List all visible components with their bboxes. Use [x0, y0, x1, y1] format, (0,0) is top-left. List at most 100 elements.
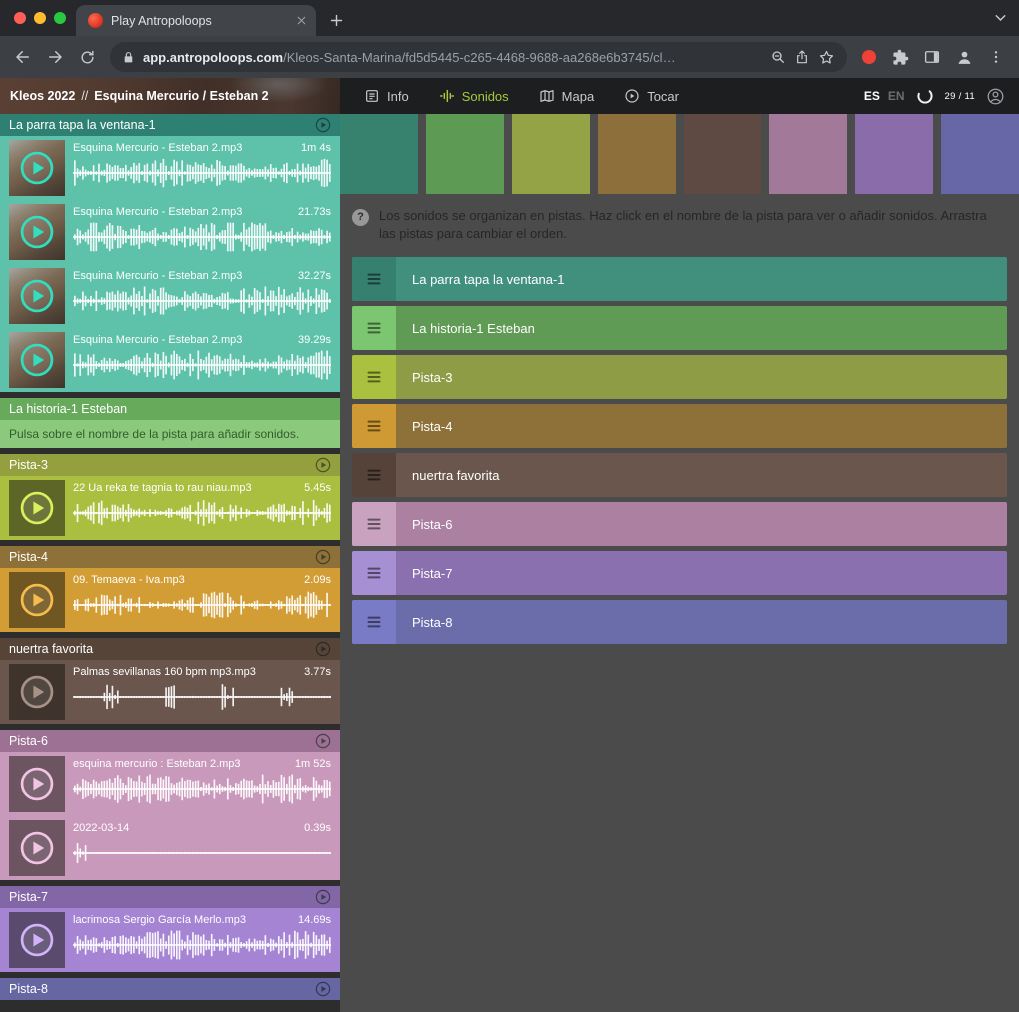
nav-sonidos[interactable]: Sonidos — [439, 88, 509, 104]
track-drag-handle[interactable] — [352, 306, 396, 350]
track-color-swatch-1[interactable] — [340, 114, 418, 194]
window-zoom-button[interactable] — [54, 12, 66, 24]
language-es[interactable]: ES — [864, 89, 880, 103]
sidebar-track-header[interactable]: La parra tapa la ventana-1 — [0, 114, 340, 136]
extensions-puzzle-icon[interactable] — [885, 42, 915, 72]
track-color-swatch-6[interactable] — [769, 114, 847, 194]
clip-filename: 22 Ua reka te tagnia to rau niau.mp3 — [73, 482, 252, 494]
forward-button[interactable] — [40, 42, 70, 72]
track-play-button[interactable] — [315, 549, 331, 565]
window-close-button[interactable] — [14, 12, 26, 24]
sidebar-track-header[interactable]: Pista-6 — [0, 730, 340, 752]
zoom-icon[interactable] — [770, 49, 786, 65]
track-drag-handle[interactable] — [352, 355, 396, 399]
clip-meta: 09. Temaeva - Iva.mp32.09s — [73, 572, 331, 621]
sidebar-track-header[interactable]: nuertra favorita — [0, 638, 340, 660]
track-row[interactable]: nuertra favorita — [352, 453, 1007, 497]
account-icon[interactable] — [986, 87, 1005, 106]
clip-info: Esquina Mercurio - Esteban 2.mp31m 4s — [73, 142, 331, 154]
track-color-swatch-3[interactable] — [512, 114, 590, 194]
menu-dots-icon[interactable] — [981, 42, 1011, 72]
clip-thumbnail[interactable] — [9, 756, 65, 812]
clip-waveform — [73, 221, 331, 253]
audio-clip[interactable]: Palmas sevillanas 160 bpm mp3.mp33.77s — [0, 660, 340, 724]
sidebar-track-header[interactable]: Pista-7 — [0, 886, 340, 908]
audio-clip[interactable]: 22 Ua reka te tagnia to rau niau.mp35.45… — [0, 476, 340, 540]
track-drag-handle[interactable] — [352, 404, 396, 448]
track-row[interactable]: La historia-1 Esteban — [352, 306, 1007, 350]
loading-spinner-icon — [916, 87, 934, 105]
sidebar-track-header[interactable]: Pista-3 — [0, 454, 340, 476]
sidebar-track-header[interactable]: La historia-1 Esteban — [0, 398, 340, 420]
audio-clip[interactable]: esquina mercurio : Esteban 2.mp31m 52s — [0, 752, 340, 816]
sidebar-track-header[interactable]: Pista-4 — [0, 546, 340, 568]
clip-waveform — [73, 589, 331, 621]
clip-thumbnail[interactable] — [9, 204, 65, 260]
audio-clip[interactable]: 2022-03-140.39s — [0, 816, 340, 880]
track-row-name: nuertra favorita — [396, 453, 499, 497]
track-row[interactable]: Pista-3 — [352, 355, 1007, 399]
new-tab-button[interactable] — [322, 6, 350, 34]
track-color-swatch-7[interactable] — [855, 114, 933, 194]
track-play-button[interactable] — [315, 981, 331, 997]
track-color-swatch-2[interactable] — [426, 114, 504, 194]
sidebar-track-header[interactable]: Pista-8 — [0, 978, 340, 1000]
clip-thumbnail[interactable] — [9, 664, 65, 720]
track-play-button[interactable] — [315, 733, 331, 749]
tab-search-chevron-icon[interactable] — [992, 9, 1009, 26]
track-play-button[interactable] — [315, 457, 331, 473]
language-en[interactable]: EN — [888, 89, 905, 103]
track-drag-handle[interactable] — [352, 502, 396, 546]
clip-play-icon — [19, 582, 55, 618]
clip-thumbnail[interactable] — [9, 480, 65, 536]
audio-clip[interactable]: Esquina Mercurio - Esteban 2.mp332.27s — [0, 264, 340, 328]
profile-avatar-icon[interactable] — [949, 42, 979, 72]
back-button[interactable] — [8, 42, 38, 72]
nav-tocar[interactable]: Tocar — [624, 88, 679, 104]
clip-thumbnail[interactable] — [9, 820, 65, 876]
track-play-button[interactable] — [315, 641, 331, 657]
track-color-swatch-5[interactable] — [684, 114, 762, 194]
browser-tab[interactable]: Play Antropoloops — [76, 5, 316, 36]
header-right: ESEN 29 / 11 — [864, 78, 1019, 114]
track-drag-handle[interactable] — [352, 257, 396, 301]
record-extension-icon[interactable] — [862, 50, 876, 64]
window-minimize-button[interactable] — [34, 12, 46, 24]
track-row[interactable]: Pista-4 — [352, 404, 1007, 448]
track-row[interactable]: Pista-7 — [352, 551, 1007, 595]
breadcrumb[interactable]: Kleos 2022 // Esquina Mercurio / Esteban… — [0, 78, 340, 114]
lock-icon[interactable] — [122, 51, 135, 64]
clip-thumbnail[interactable] — [9, 332, 65, 388]
track-row[interactable]: Pista-6 — [352, 502, 1007, 546]
track-swatches — [340, 114, 1019, 194]
clip-thumbnail[interactable] — [9, 268, 65, 324]
track-drag-handle[interactable] — [352, 551, 396, 595]
nav-label: Info — [387, 89, 409, 104]
audio-clip[interactable]: 09. Temaeva - Iva.mp32.09s — [0, 568, 340, 632]
track-color-swatch-4[interactable] — [598, 114, 676, 194]
clip-thumbnail[interactable] — [9, 572, 65, 628]
track-drag-handle[interactable] — [352, 600, 396, 644]
track-drag-handle[interactable] — [352, 453, 396, 497]
track-play-button[interactable] — [315, 889, 331, 905]
nav-info[interactable]: Info — [364, 88, 409, 104]
track-play-button[interactable] — [315, 117, 331, 133]
side-panel-icon[interactable] — [917, 42, 947, 72]
tab-close-icon[interactable] — [295, 14, 308, 27]
clip-play-icon — [19, 150, 55, 186]
audio-clip[interactable]: Esquina Mercurio - Esteban 2.mp321.73s — [0, 200, 340, 264]
reload-button[interactable] — [72, 42, 102, 72]
track-color-swatch-8[interactable] — [941, 114, 1019, 194]
share-icon[interactable] — [794, 49, 810, 65]
address-bar[interactable]: app.antropoloops.com/Kleos-Santa-Marina/… — [110, 42, 847, 72]
nav-mapa[interactable]: Mapa — [539, 88, 595, 104]
clip-thumbnail[interactable] — [9, 140, 65, 196]
audio-clip[interactable]: Esquina Mercurio - Esteban 2.mp339.29s — [0, 328, 340, 392]
bookmark-star-icon[interactable] — [818, 49, 835, 66]
main-panel: ? Los sonidos se organizan en pistas. Ha… — [340, 114, 1019, 1012]
track-row[interactable]: La parra tapa la ventana-1 — [352, 257, 1007, 301]
clip-thumbnail[interactable] — [9, 912, 65, 968]
track-row[interactable]: Pista-8 — [352, 600, 1007, 644]
audio-clip[interactable]: Esquina Mercurio - Esteban 2.mp31m 4s — [0, 136, 340, 200]
audio-clip[interactable]: lacrimosa Sergio García Merlo.mp314.69s — [0, 908, 340, 972]
